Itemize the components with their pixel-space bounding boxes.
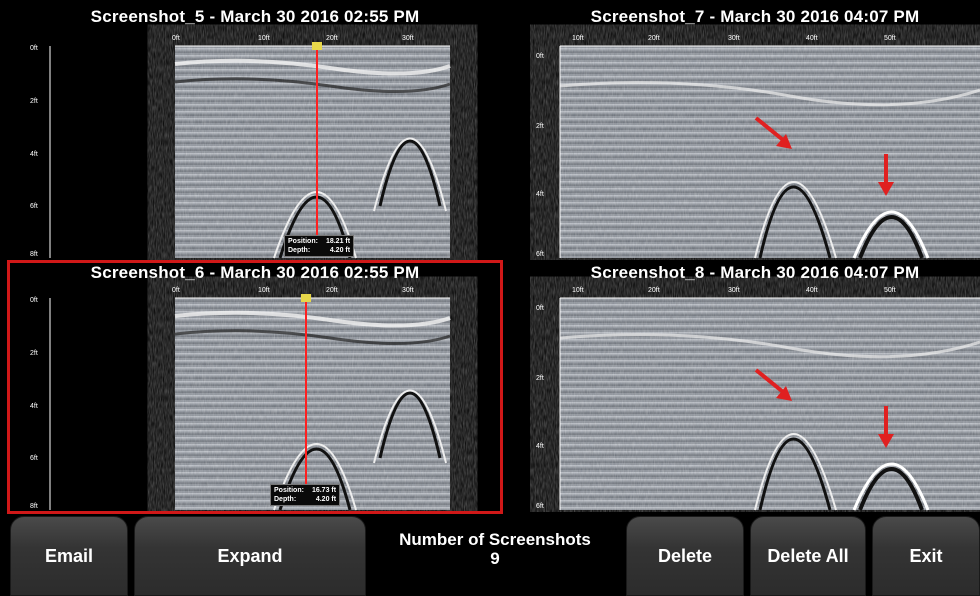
expand-button[interactable]: Expand xyxy=(134,516,366,596)
count-label: Number of Screenshots xyxy=(399,530,591,549)
y-tick-1: 2ft xyxy=(536,123,544,130)
x-tick-0: 10ft xyxy=(572,287,584,294)
x-tick-4: 50ft xyxy=(884,35,896,42)
y-tick-0: 0ft xyxy=(30,297,38,304)
y-tick-1: 2ft xyxy=(30,350,38,357)
screenshot-count: Number of Screenshots 9 xyxy=(370,530,620,568)
cursor-readout: Position: 18.21 ft Depth: 4.20 ft xyxy=(284,235,355,257)
x-tick-2: 30ft xyxy=(728,35,740,42)
screenshot-thumbnail-7[interactable]: Screenshot_7 - March 30 2016 04:07 PM 10… xyxy=(530,6,980,260)
y-tick-2: 4ft xyxy=(30,151,38,158)
x-tick-3: 30ft xyxy=(402,35,414,42)
y-tick-3: 6ft xyxy=(30,455,38,462)
y-tick-3: 6ft xyxy=(30,203,38,210)
screenshot-thumbnail-6[interactable]: Screenshot_6 - March 30 2016 02:55 PM 0f… xyxy=(30,262,480,512)
y-tick-4: 8ft xyxy=(30,503,38,510)
x-tick-0: 0ft xyxy=(172,287,180,294)
x-tick-2: 20ft xyxy=(326,35,338,42)
x-tick-3: 30ft xyxy=(402,287,414,294)
y-tick-3: 6ft xyxy=(536,251,544,258)
x-tick-0: 0ft xyxy=(172,35,180,42)
cursor-readout: Position: 16.73 ft Depth: 4.20 ft xyxy=(270,484,341,506)
radargram-8: 10ft 20ft 30ft 40ft 50ft 0ft 2ft 4ft 6ft xyxy=(536,287,980,511)
x-tick-2: 20ft xyxy=(326,287,338,294)
y-tick-0: 0ft xyxy=(536,53,544,60)
y-tick-3: 6ft xyxy=(536,503,544,510)
x-tick-3: 40ft xyxy=(806,35,818,42)
x-tick-1: 10ft xyxy=(258,287,270,294)
exit-button[interactable]: Exit xyxy=(872,516,980,596)
x-tick-4: 50ft xyxy=(884,287,896,294)
x-tick-0: 10ft xyxy=(572,35,584,42)
screenshot-thumbnail-8[interactable]: Screenshot_8 - March 30 2016 04:07 PM 10… xyxy=(530,262,980,512)
delete-all-button[interactable]: Delete All xyxy=(750,516,866,596)
y-tick-2: 4ft xyxy=(536,443,544,450)
y-tick-0: 0ft xyxy=(30,45,38,52)
x-tick-3: 40ft xyxy=(806,287,818,294)
delete-button[interactable]: Delete xyxy=(626,516,744,596)
radargram-7: 10ft 20ft 30ft 40ft 50ft 0ft 2ft 4ft 6ft xyxy=(536,35,980,259)
x-tick-1: 20ft xyxy=(648,287,660,294)
screenshot-thumbnail-5[interactable]: Screenshot_5 - March 30 2016 02:55 PM 0f… xyxy=(30,6,480,260)
y-tick-2: 4ft xyxy=(30,403,38,410)
y-tick-1: 2ft xyxy=(536,375,544,382)
x-tick-1: 20ft xyxy=(648,35,660,42)
radargram-5: 0ft 10ft 20ft 30ft 0ft 2ft 4ft 6ft 8ft xyxy=(30,35,451,259)
y-tick-0: 0ft xyxy=(536,305,544,312)
x-tick-2: 30ft xyxy=(728,287,740,294)
count-value: 9 xyxy=(490,549,500,568)
y-tick-1: 2ft xyxy=(30,98,38,105)
email-button[interactable]: Email xyxy=(10,516,128,596)
y-tick-4: 8ft xyxy=(30,251,38,258)
radargram-6: 0ft 10ft 20ft 30ft 0ft 2ft 4ft 6ft 8ft xyxy=(30,287,451,511)
y-tick-2: 4ft xyxy=(536,191,544,198)
x-tick-1: 10ft xyxy=(258,35,270,42)
